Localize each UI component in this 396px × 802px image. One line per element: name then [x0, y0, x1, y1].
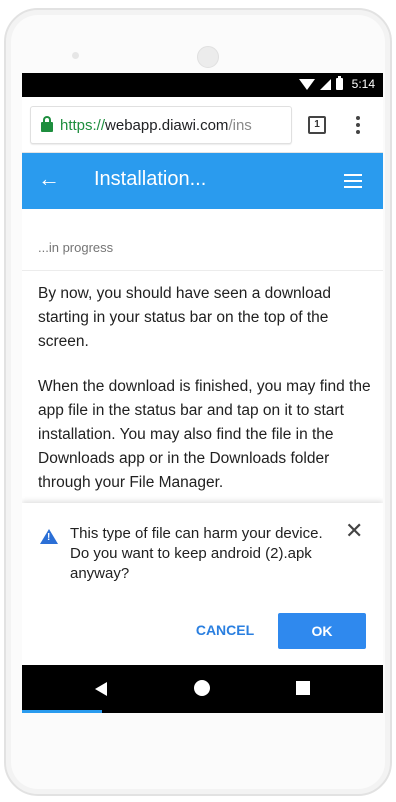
url-path: /ins — [228, 116, 252, 134]
cell-signal-icon — [319, 78, 331, 90]
front-camera — [197, 46, 219, 68]
cancel-button[interactable]: CANCEL — [188, 611, 262, 649]
device-screen: 5:14 https://webapp.diawi.com/ins 1 ← In… — [22, 73, 383, 713]
menu-dot-icon — [356, 123, 360, 127]
hamburger-line — [344, 174, 362, 176]
battery-icon — [335, 76, 343, 90]
hamburger-menu-icon[interactable] — [344, 174, 362, 188]
browser-menu-button[interactable] — [353, 114, 363, 136]
proximity-sensor — [72, 52, 79, 59]
instructions-paragraph-1: By now, you should have seen a download … — [38, 285, 331, 350]
ok-button[interactable]: OK — [278, 613, 366, 649]
back-arrow-icon[interactable]: ← — [38, 168, 60, 190]
system-nav-bar — [22, 665, 383, 713]
url-text: https://webapp.diawi.com/ins — [60, 117, 252, 134]
tab-switcher-button[interactable]: 1 — [308, 116, 326, 134]
progress-label: ...in progress — [38, 240, 114, 255]
close-icon[interactable]: ✕ — [345, 519, 363, 543]
divider — [22, 270, 383, 271]
menu-dot-icon — [356, 130, 360, 134]
page-title: Installation... — [94, 168, 207, 190]
status-time: 5:14 — [351, 77, 375, 91]
instructions-paragraph-2: When the download is finished, you may f… — [38, 378, 371, 491]
warning-icon — [40, 529, 58, 544]
status-icons: 5:14 — [298, 76, 375, 91]
wifi-icon — [298, 78, 315, 90]
hamburger-line — [344, 180, 362, 182]
warning-message: This type of file can harm your device. … — [70, 525, 323, 582]
nav-back-icon[interactable] — [95, 682, 107, 696]
hamburger-line — [344, 186, 362, 188]
url-host: webapp.diawi.com — [105, 116, 229, 134]
status-bar: 5:14 — [22, 73, 383, 97]
browser-toolbar: https://webapp.diawi.com/ins 1 — [22, 97, 383, 153]
menu-dot-icon — [356, 116, 360, 120]
address-bar[interactable]: https://webapp.diawi.com/ins — [30, 106, 292, 144]
lock-icon — [41, 116, 53, 132]
nav-home-icon[interactable] — [194, 680, 210, 696]
nav-recents-icon[interactable] — [296, 681, 310, 695]
url-scheme: https:// — [60, 116, 106, 134]
app-bar: ← Installation... — [22, 153, 383, 209]
page-load-progress — [22, 710, 102, 713]
